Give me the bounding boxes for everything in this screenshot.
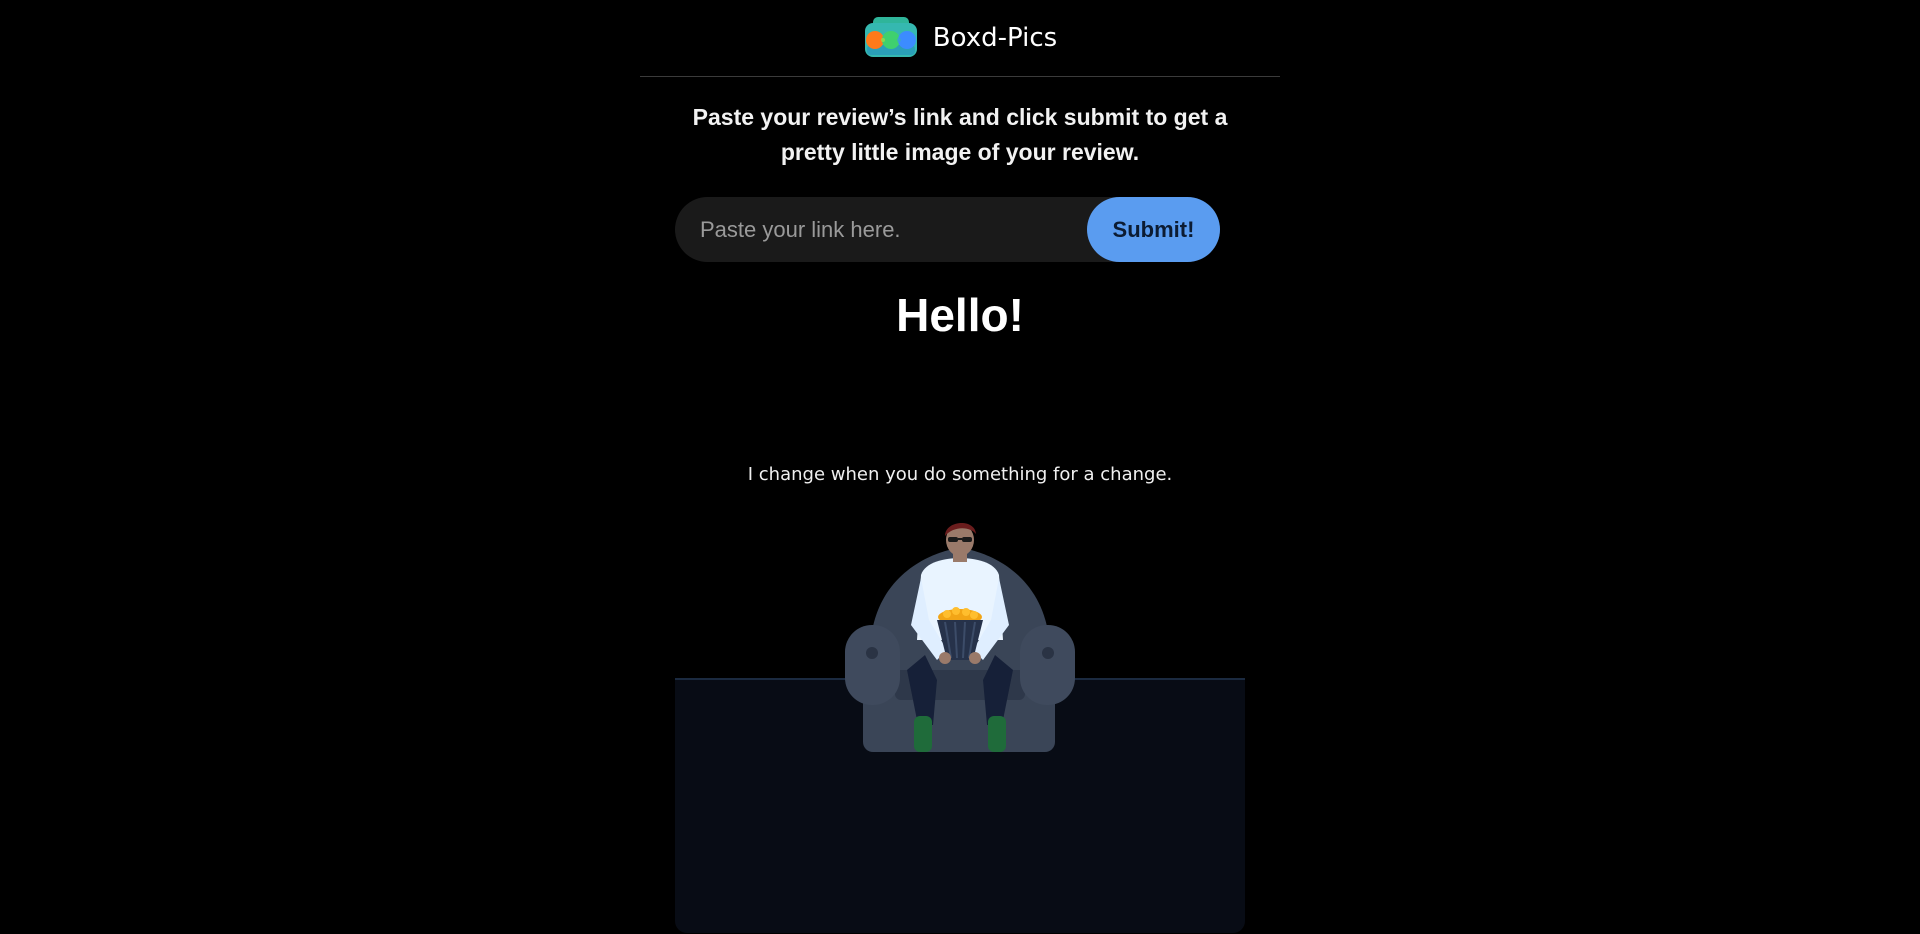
submit-button[interactable]: Submit! [1087, 197, 1220, 262]
page: Boxd-Pics Paste your review’s link and c… [0, 0, 1920, 934]
status-subtext: I change when you do something for a cha… [747, 464, 1173, 485]
person-on-armchair-with-popcorn-icon [845, 522, 1075, 752]
camera-circles-icon[interactable] [863, 15, 919, 61]
intro-text: Paste your review’s link and click submi… [692, 104, 1228, 165]
illustration-scene [675, 520, 1245, 934]
brand-name[interactable]: Boxd-Pics [933, 23, 1057, 53]
link-form: Submit! [675, 196, 1220, 263]
greeting-heading: Hello! [896, 289, 1024, 341]
header: Boxd-Pics [640, 0, 1280, 77]
link-input[interactable] [675, 196, 1087, 263]
